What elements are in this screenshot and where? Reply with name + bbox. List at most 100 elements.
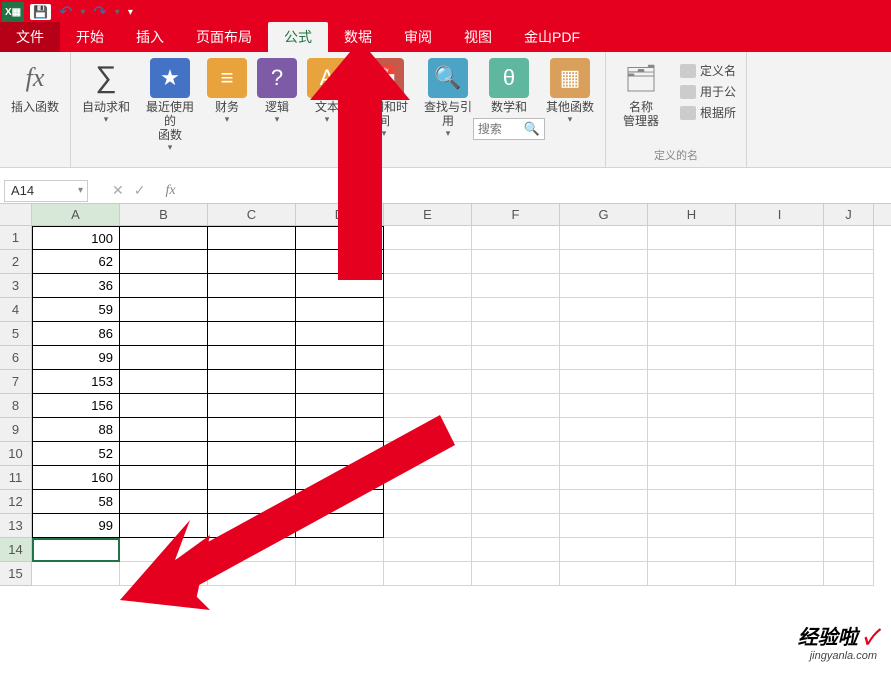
cell[interactable] bbox=[208, 298, 296, 322]
row-header[interactable]: 14 bbox=[0, 538, 32, 562]
cell[interactable] bbox=[472, 274, 560, 298]
cell[interactable] bbox=[384, 442, 472, 466]
cell[interactable] bbox=[824, 370, 874, 394]
cell[interactable] bbox=[384, 514, 472, 538]
cell[interactable] bbox=[384, 562, 472, 586]
recent-functions-button[interactable]: ★ 最近使用的 函数 ▾ bbox=[141, 56, 199, 153]
cell[interactable] bbox=[560, 418, 648, 442]
cell[interactable] bbox=[120, 322, 208, 346]
row-header[interactable]: 6 bbox=[0, 346, 32, 370]
row-header[interactable]: 13 bbox=[0, 514, 32, 538]
cancel-icon[interactable]: ✕ bbox=[112, 182, 124, 199]
cell[interactable] bbox=[296, 514, 384, 538]
cell[interactable] bbox=[472, 442, 560, 466]
qat-customize-icon[interactable]: ▾ bbox=[128, 7, 133, 18]
cell[interactable] bbox=[208, 562, 296, 586]
cell[interactable] bbox=[208, 370, 296, 394]
cell[interactable] bbox=[296, 322, 384, 346]
cell[interactable] bbox=[296, 226, 384, 250]
cell[interactable]: 59 bbox=[32, 298, 120, 322]
cell[interactable] bbox=[120, 490, 208, 514]
cell[interactable] bbox=[648, 394, 736, 418]
cell[interactable] bbox=[384, 274, 472, 298]
define-name-button[interactable]: 定义名 bbox=[680, 62, 736, 79]
cell[interactable] bbox=[648, 274, 736, 298]
column-header[interactable]: I bbox=[736, 204, 824, 225]
other-functions-button[interactable]: ▦ 其他函数 ▾ bbox=[541, 56, 599, 125]
cell[interactable] bbox=[384, 538, 472, 562]
financial-button[interactable]: ≡ 财务 ▾ bbox=[205, 56, 249, 125]
insert-function-button[interactable]: fx 插入函数 bbox=[6, 56, 64, 114]
cell[interactable] bbox=[648, 466, 736, 490]
cell[interactable]: 99 bbox=[32, 346, 120, 370]
cell[interactable] bbox=[648, 442, 736, 466]
cell[interactable] bbox=[560, 490, 648, 514]
cell[interactable] bbox=[296, 562, 384, 586]
math-trig-button[interactable]: θ 数学和 🔍 bbox=[483, 56, 535, 140]
cell[interactable] bbox=[472, 346, 560, 370]
cell[interactable] bbox=[472, 394, 560, 418]
cell[interactable] bbox=[736, 298, 824, 322]
cell[interactable] bbox=[120, 442, 208, 466]
cell[interactable] bbox=[208, 442, 296, 466]
cell[interactable] bbox=[560, 514, 648, 538]
cell[interactable] bbox=[472, 538, 560, 562]
redo-dropdown-icon[interactable]: ▾ bbox=[115, 7, 120, 18]
cell[interactable]: 156 bbox=[32, 394, 120, 418]
tab-wps-pdf[interactable]: 金山PDF bbox=[508, 22, 596, 52]
cell[interactable] bbox=[648, 490, 736, 514]
cell[interactable] bbox=[208, 346, 296, 370]
cell[interactable] bbox=[824, 562, 874, 586]
cell[interactable] bbox=[648, 538, 736, 562]
cell[interactable] bbox=[472, 418, 560, 442]
undo-icon[interactable]: ↶ bbox=[59, 2, 72, 22]
cell[interactable] bbox=[296, 442, 384, 466]
cell[interactable] bbox=[208, 418, 296, 442]
cell[interactable] bbox=[648, 226, 736, 250]
undo-dropdown-icon[interactable]: ▾ bbox=[80, 7, 85, 18]
cell[interactable] bbox=[560, 442, 648, 466]
cell[interactable] bbox=[120, 562, 208, 586]
cell[interactable] bbox=[560, 250, 648, 274]
cell[interactable] bbox=[736, 370, 824, 394]
redo-icon[interactable]: ↷ bbox=[93, 2, 106, 22]
name-manager-button[interactable]: 🗂 名称 管理器 bbox=[612, 56, 670, 128]
tab-file[interactable]: 文件 bbox=[0, 22, 60, 52]
cell[interactable] bbox=[120, 226, 208, 250]
tab-home[interactable]: 开始 bbox=[60, 22, 120, 52]
ribbon-search-box[interactable]: 🔍 bbox=[473, 118, 545, 140]
cell[interactable] bbox=[384, 322, 472, 346]
cell[interactable] bbox=[296, 394, 384, 418]
cell[interactable] bbox=[648, 346, 736, 370]
cell[interactable] bbox=[472, 514, 560, 538]
cell[interactable] bbox=[296, 418, 384, 442]
cell[interactable] bbox=[120, 538, 208, 562]
tab-page-layout[interactable]: 页面布局 bbox=[180, 22, 268, 52]
lookup-button[interactable]: 🔍 查找与引用 ▾ bbox=[419, 56, 477, 139]
cell[interactable] bbox=[384, 418, 472, 442]
cell[interactable] bbox=[824, 442, 874, 466]
cell[interactable] bbox=[736, 538, 824, 562]
cell[interactable] bbox=[296, 490, 384, 514]
cell[interactable] bbox=[384, 226, 472, 250]
cell[interactable] bbox=[32, 538, 120, 562]
logical-button[interactable]: ? 逻辑 ▾ bbox=[255, 56, 299, 125]
name-box[interactable]: A14 ▾ bbox=[4, 180, 88, 202]
cell[interactable] bbox=[296, 274, 384, 298]
cell[interactable] bbox=[824, 226, 874, 250]
select-all-corner[interactable] bbox=[0, 204, 32, 225]
cell[interactable]: 153 bbox=[32, 370, 120, 394]
cell[interactable] bbox=[296, 250, 384, 274]
cell[interactable] bbox=[120, 394, 208, 418]
cell[interactable]: 160 bbox=[32, 466, 120, 490]
column-header[interactable]: F bbox=[472, 204, 560, 225]
row-header[interactable]: 7 bbox=[0, 370, 32, 394]
cell[interactable] bbox=[736, 562, 824, 586]
cell[interactable] bbox=[208, 250, 296, 274]
cell[interactable] bbox=[208, 538, 296, 562]
cell[interactable] bbox=[120, 250, 208, 274]
chevron-down-icon[interactable]: ▾ bbox=[78, 185, 83, 196]
cell[interactable] bbox=[120, 418, 208, 442]
row-header[interactable]: 9 bbox=[0, 418, 32, 442]
cell[interactable] bbox=[560, 298, 648, 322]
